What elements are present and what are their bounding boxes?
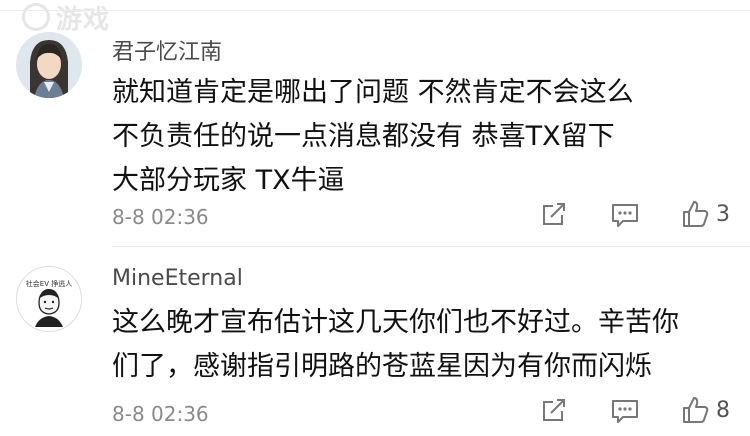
share-button[interactable] bbox=[540, 396, 568, 424]
comment-line: 们了，感谢指引明路的苍蓝星因为有你而闪烁 bbox=[112, 351, 652, 382]
reply-button[interactable] bbox=[610, 397, 640, 425]
timestamp: 8-8 02:36 bbox=[112, 402, 209, 426]
comment-feed: 游戏 君子忆江南 就知道肯定是哪出了问题 不然肯定不会这么 不负责任的说一点消息… bbox=[0, 0, 750, 436]
like-button[interactable]: 8 bbox=[680, 395, 730, 425]
like-count: 3 bbox=[716, 201, 730, 227]
timestamp: 8-8 02:36 bbox=[112, 205, 209, 229]
comment-line: 这么晚才宣布估计这几天你们也不好过。辛苦你 bbox=[112, 307, 679, 338]
comment-item: 社会EV 挣逃人 MineEternal 这么晚才宣布估计这几天你们也不好过。辛… bbox=[0, 246, 750, 436]
share-button[interactable] bbox=[540, 200, 568, 228]
like-button[interactable]: 3 bbox=[680, 199, 730, 229]
comment-item: 君子忆江南 就知道肯定是哪出了问题 不然肯定不会这么 不负责任的说一点消息都没有… bbox=[0, 0, 750, 245]
comment-line: 不负责任的说一点消息都没有 恭喜TX留下 bbox=[112, 121, 615, 152]
anime-character-avatar-icon bbox=[16, 32, 82, 98]
comment-line: 就知道肯定是哪出了问题 不然肯定不会这么 bbox=[112, 77, 634, 108]
thumbs-up-icon bbox=[683, 397, 709, 423]
comment-line: 大部分玩家 TX牛逼 bbox=[112, 165, 345, 196]
portrait-sketch-avatar-icon: 社会EV 挣逃人 bbox=[17, 267, 81, 331]
reply-button[interactable] bbox=[610, 201, 640, 229]
username[interactable]: 君子忆江南 bbox=[112, 34, 222, 66]
share-icon bbox=[543, 203, 565, 225]
avatar-caption: 社会EV 挣逃人 bbox=[26, 279, 72, 288]
thumbs-up-icon bbox=[683, 201, 709, 227]
username[interactable]: MineEternal bbox=[112, 266, 243, 291]
share-icon bbox=[543, 399, 565, 421]
comment-icon bbox=[612, 400, 638, 423]
like-count: 8 bbox=[716, 397, 730, 423]
comment-icon bbox=[612, 204, 638, 227]
comment-body: 这么晚才宣布估计这几天你们也不好过。辛苦你 们了，感谢指引明路的苍蓝星因为有你而… bbox=[112, 301, 732, 389]
comment-body: 就知道肯定是哪出了问题 不然肯定不会这么 不负责任的说一点消息都没有 恭喜TX留… bbox=[112, 71, 732, 203]
avatar[interactable] bbox=[16, 32, 82, 98]
avatar[interactable]: 社会EV 挣逃人 bbox=[16, 266, 82, 332]
